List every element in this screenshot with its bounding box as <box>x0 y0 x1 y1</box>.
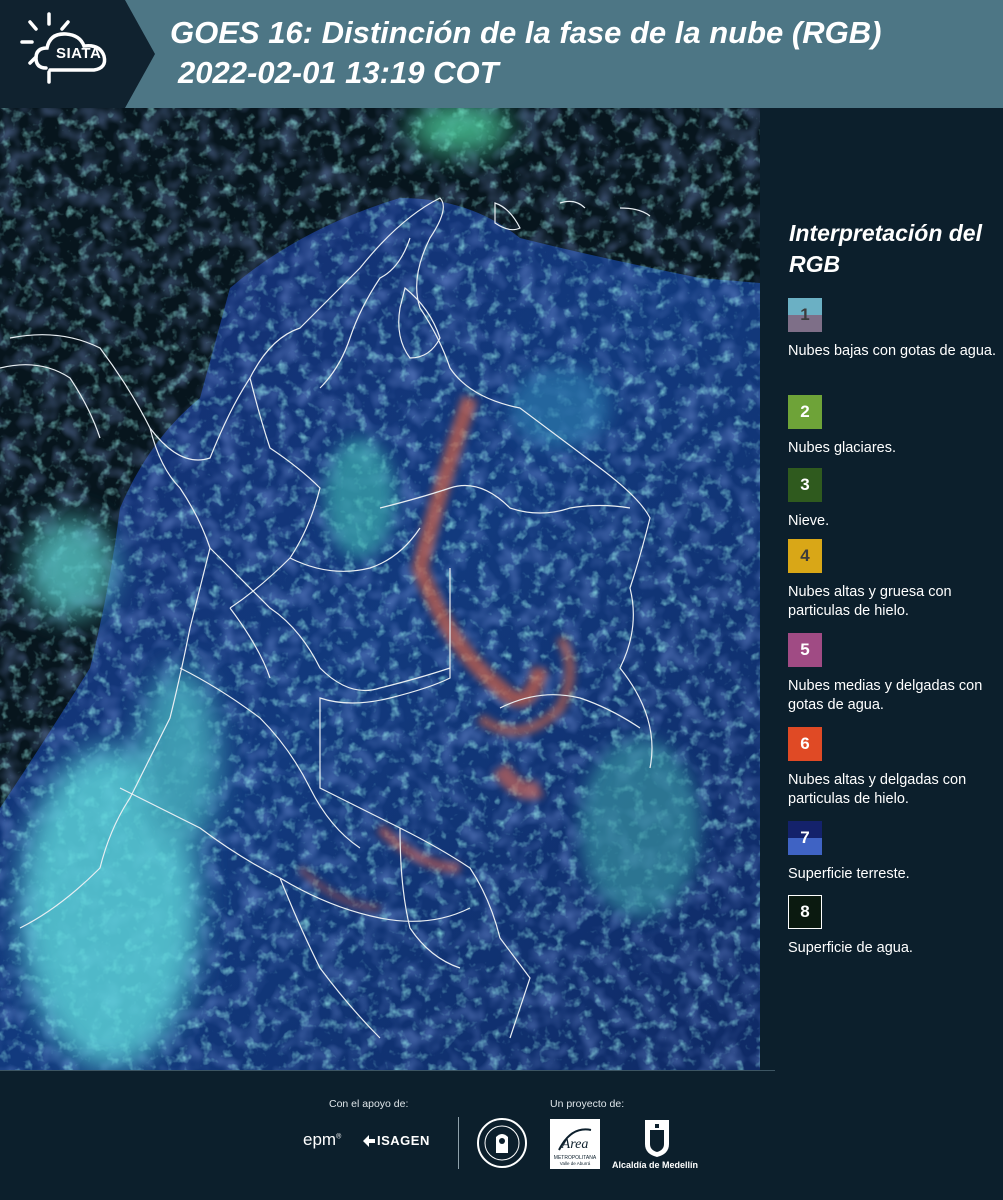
area-metropolitana-logo-icon: Área METROPOLITANA Valle de Aburrá <box>550 1119 600 1169</box>
header: SIATA GOES 16: Distinción de la fase de … <box>0 0 1003 108</box>
legend-item-4: 4 Nubes altas y gruesa con particulas de… <box>788 539 1000 621</box>
legend-panel: Interpretación del RGB 1 Nubes bajas con… <box>760 108 1003 1070</box>
seal-logo-icon <box>477 1118 527 1168</box>
legend-label: Superficie terreste. <box>788 866 910 882</box>
legend-number: 5 <box>800 640 810 659</box>
footer-divider <box>458 1117 459 1169</box>
area-logo-subtext-2: Valle de Aburrá <box>560 1161 591 1166</box>
legend-swatch-3: 3 <box>788 468 822 502</box>
epm-logo-text: epm <box>303 1130 337 1149</box>
page-subtitle-timestamp: 2022-02-01 13:19 COT <box>178 55 499 90</box>
legend-item-2: 2 Nubes glaciares. <box>788 395 1000 458</box>
alcaldia-logo-text: Alcaldía de Medellín <box>612 1160 699 1170</box>
legend-label: Nubes bajas con gotas de agua. <box>788 343 996 359</box>
legend-item-8: 8 Superficie de agua. <box>788 895 1000 958</box>
satellite-map <box>0 108 760 1070</box>
legend-number: 3 <box>800 475 810 494</box>
legend-swatch-7: 7 <box>788 821 822 855</box>
legend-swatch-2: 2 <box>788 395 822 429</box>
support-label: Con el apoyo de: <box>329 1098 409 1110</box>
epm-logo: epm® <box>303 1130 342 1149</box>
legend-number: 7 <box>800 828 810 847</box>
legend-item-3: 3 Nieve. <box>788 468 1000 531</box>
legend-label: Nubes medias y delgadas con gotas de agu… <box>788 678 983 713</box>
legend-item-6: 6 Nubes altas y delgadas con particulas … <box>788 727 1000 809</box>
legend-label: Nubes glaciares. <box>788 440 896 456</box>
legend-item-7: 7 Superficie terreste. <box>788 821 1000 884</box>
legend-label: Nieve. <box>788 513 830 529</box>
area-logo-text: Área <box>561 1135 589 1152</box>
legend-swatch-5: 5 <box>788 633 822 667</box>
satellite-image <box>0 108 760 1070</box>
legend-number: 1 <box>800 305 810 324</box>
legend-number: 6 <box>800 734 810 753</box>
footer-divider-line <box>0 1070 775 1071</box>
legend-swatch-6: 6 <box>788 727 822 761</box>
isagen-logo-text: ISAGEN <box>377 1133 430 1148</box>
legend-label: Nubes altas y delgadas con particulas de… <box>788 772 967 807</box>
legend-label: Superficie de agua. <box>788 940 913 956</box>
legend-number: 4 <box>800 546 810 565</box>
legend-item-5: 5 Nubes medias y delgadas con gotas de a… <box>788 633 1000 715</box>
legend-label: Nubes altas y gruesa con particulas de h… <box>788 584 952 619</box>
legend-swatch-4: 4 <box>788 539 822 573</box>
legend-number: 8 <box>800 902 810 921</box>
page-title: GOES 16: Distinción de la fase de la nub… <box>170 15 882 50</box>
project-label: Un proyecto de: <box>550 1098 625 1110</box>
legend-number: 2 <box>800 402 810 421</box>
legend-swatch-1: 1 <box>788 298 822 332</box>
legend-swatch-8: 8 <box>788 895 822 929</box>
legend-title: Interpretación del RGB <box>789 220 982 277</box>
siata-logo-text: SIATA <box>56 45 102 62</box>
footer: Con el apoyo de: Un proyecto de: epm® IS… <box>0 1070 1003 1200</box>
isagen-logo-icon <box>363 1135 375 1147</box>
siata-logo-panel: SIATA <box>0 0 155 108</box>
alcaldia-logo-icon <box>645 1120 669 1157</box>
legend-item-1: 1 Nubes bajas con gotas de agua. <box>788 298 1000 361</box>
